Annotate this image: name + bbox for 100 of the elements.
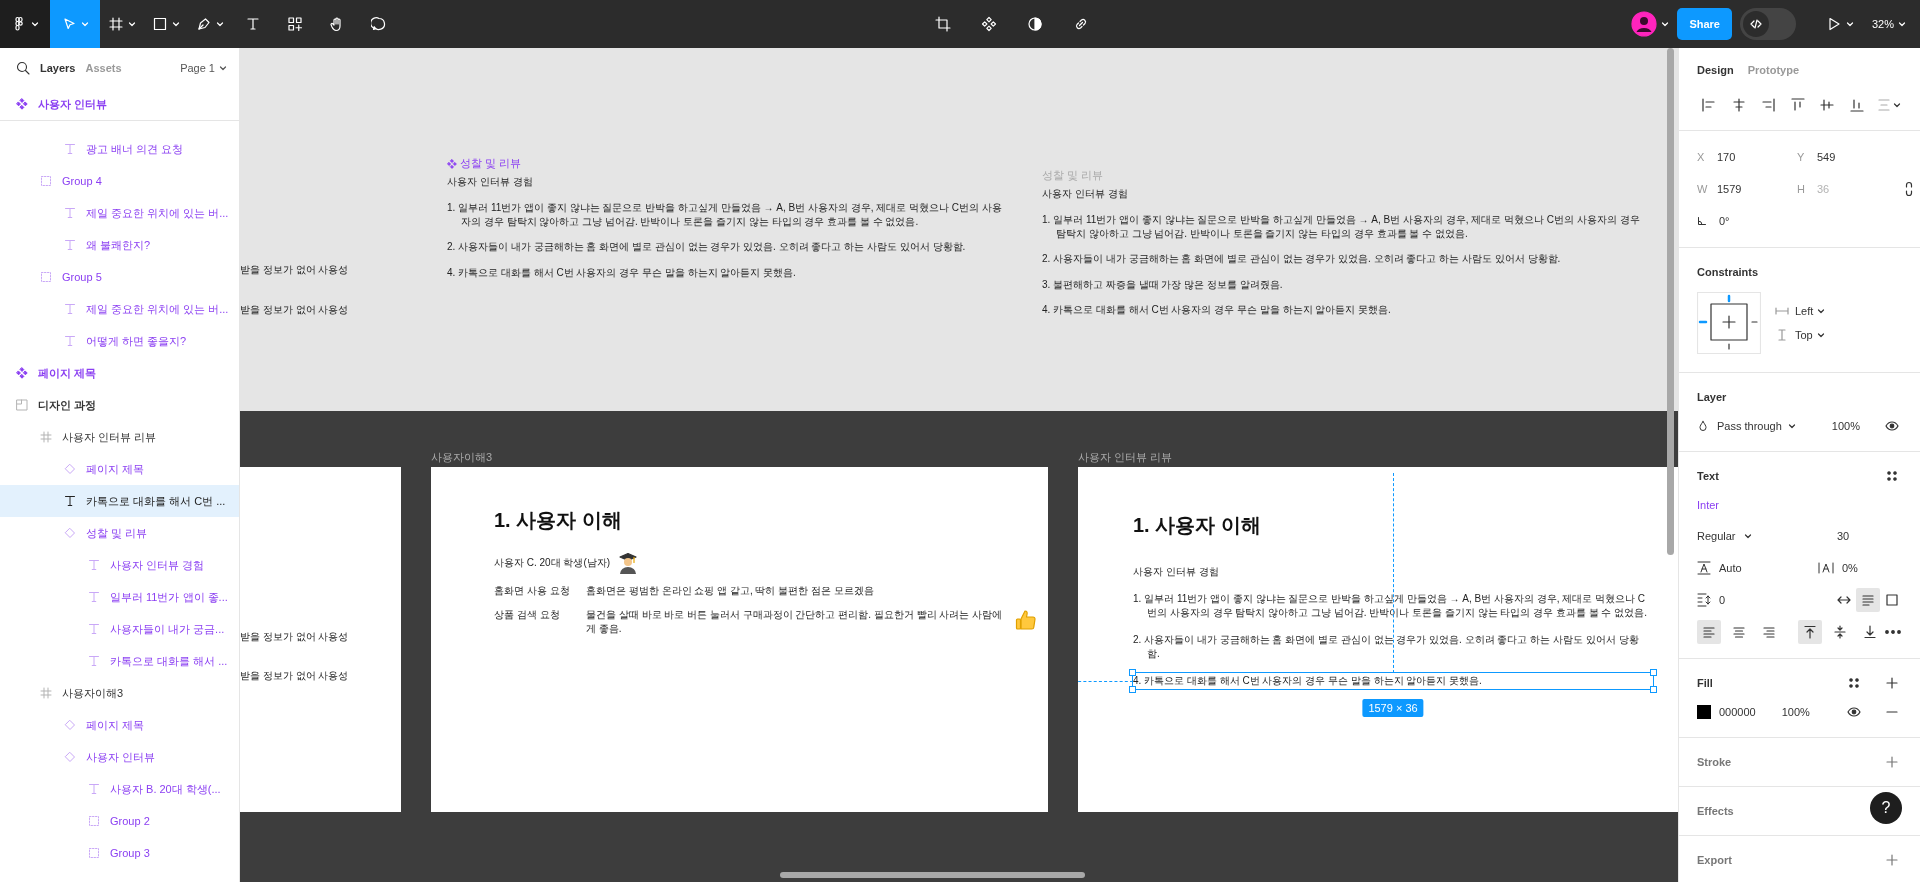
- layer-item[interactable]: Group 4: [0, 165, 239, 197]
- diamond-icon: [64, 719, 76, 731]
- constraint-dropdown[interactable]: Left: [1775, 305, 1826, 317]
- panel-tab[interactable]: Prototype: [1747, 64, 1800, 76]
- align-middle-icon: [1819, 97, 1835, 113]
- resize-handle[interactable]: [1129, 669, 1136, 676]
- text-icon: [88, 623, 100, 635]
- vertical-align-button[interactable]: [1798, 620, 1823, 644]
- text-icon: [88, 655, 100, 667]
- list-item: 1. 일부러 11번가 앱이 좋지 않냐는 질문으로 반박을 하고싶게 만들었음 → A, B번 사용자의 경우, 제대로 먹혔으나 C번의 사용자의 경우 탐탁치 않아하고 그냥 넘어감. 반박이나 토론을 즐기지 않는 타입의 경우 효과를 볼 수 없었음.: [1042, 213, 1641, 240]
- font-family-field[interactable]: Inter: [1697, 499, 1719, 511]
- font-style-dropdown[interactable]: Regular: [1697, 530, 1837, 542]
- four-dots-icon: [1886, 470, 1898, 482]
- help-button[interactable]: ?: [1870, 792, 1902, 824]
- text-icon: [245, 16, 261, 32]
- align-left-icon: [1702, 625, 1716, 639]
- chevron-down-icon: [1893, 101, 1901, 109]
- plus-icon: [1886, 756, 1898, 768]
- dev-mode-toggle[interactable]: [1739, 8, 1796, 40]
- text-fragment: 받을 정보가 없어 사용성: [240, 303, 349, 317]
- diamond-icon: [64, 463, 76, 475]
- text-align-button[interactable]: [1697, 620, 1721, 644]
- layer-item[interactable]: Group 5: [0, 261, 239, 293]
- layer-item[interactable]: 사용자이해3: [0, 677, 239, 709]
- drop-icon: [1697, 420, 1709, 432]
- layer-item[interactable]: 사용자 B. 20대 학생(...: [0, 773, 239, 805]
- share-button[interactable]: Share: [1677, 8, 1732, 40]
- list-item: 4. 카톡으로 대화를 해서 C번 사용자의 경우 무슨 말을 하는지 알아듣지 못했음.: [447, 265, 797, 279]
- thumbs-up-icon: [1014, 608, 1038, 632]
- layer-item[interactable]: 사용자 인터뷰 경험: [0, 549, 239, 581]
- avatar-icon: [1631, 11, 1658, 37]
- color-hex[interactable]: 000000: [1719, 706, 1756, 718]
- number-field[interactable]: 170: [1717, 151, 1736, 163]
- layer-item[interactable]: 어떻게 하면 좋을지?: [0, 325, 239, 357]
- dashed-square-icon: [88, 847, 100, 859]
- font-size-field[interactable]: 30: [1837, 530, 1850, 542]
- page-dropdown[interactable]: Page 1: [180, 62, 227, 74]
- chevron-down-icon: [1845, 20, 1854, 28]
- frame-label[interactable]: 사용자 인터뷰 리뷰: [1078, 450, 1173, 465]
- main-menu-button[interactable]: [0, 0, 50, 48]
- layer-item[interactable]: 제일 중요한 위치에 있는 버...: [0, 197, 239, 229]
- resize-handle[interactable]: [1650, 685, 1657, 693]
- frame-label[interactable]: 사용자이해3: [431, 450, 493, 465]
- dashed-square-icon: [40, 271, 52, 283]
- list-item: 2. 사용자들이 내가 궁금해하는 홈 화면에 별로 관심이 없는 경우가 있었음. 오히려 좋다고 하는 사람도 있어서 당황함.: [1133, 633, 1640, 661]
- chevron-down-icon: [1661, 20, 1670, 28]
- layer-item[interactable]: 사용자 인터뷰: [0, 741, 239, 773]
- color-swatch[interactable]: [1697, 705, 1711, 719]
- subtitle: 사용자 인터뷰 경험: [447, 175, 534, 189]
- subtitle: 사용자 인터뷰 경험: [1133, 565, 1220, 579]
- layer-item[interactable]: 카톡으로 대화를 해서 C번 ...: [0, 485, 239, 517]
- layer-item[interactable]: 사용자들이 내가 궁금...: [0, 613, 239, 645]
- align-center-icon: [1732, 625, 1746, 639]
- layer-item[interactable]: 페이지 제목: [0, 709, 239, 741]
- layer-item[interactable]: 페이지 제목: [0, 357, 239, 389]
- layer-item[interactable]: 일부러 11번가 앱이 좋...: [0, 581, 239, 613]
- layer-item[interactable]: 사용자 인터뷰: [0, 88, 239, 120]
- number-field[interactable]: 549: [1817, 151, 1836, 163]
- chevron-down-icon: [216, 20, 224, 28]
- half-circle-icon: [1026, 16, 1043, 32]
- opacity-value[interactable]: 100%: [1781, 706, 1810, 718]
- more-icon: [1885, 630, 1902, 634]
- align-right-icon: [1762, 625, 1776, 639]
- layer-item[interactable]: 페이지 제목: [0, 453, 239, 485]
- scrollbar[interactable]: [1667, 48, 1674, 555]
- constraint-dropdown[interactable]: Top: [1775, 329, 1826, 341]
- rotation-field[interactable]: 0°: [1697, 205, 1797, 237]
- number-field[interactable]: 1579: [1717, 183, 1742, 195]
- layer-item[interactable]: 제일 중요한 위치에 있는 버...: [0, 293, 239, 325]
- layer-item[interactable]: 광고 배너 의견 요청: [0, 133, 239, 165]
- resize-handle[interactable]: [1129, 685, 1136, 693]
- layer-item[interactable]: 디자인 과정: [0, 389, 239, 421]
- section-title: Effects: [1697, 805, 1734, 817]
- layer-item[interactable]: 성찰 및 리뷰: [0, 517, 239, 549]
- line-height-field[interactable]: Auto: [1697, 561, 1783, 575]
- row-label: 상품 검색 요청: [494, 608, 561, 622]
- heading: 1. 사용자 이해: [494, 508, 623, 533]
- section-title: Text: [1697, 470, 1719, 482]
- layer-item[interactable]: 왜 불쾌한지?: [0, 229, 239, 261]
- scrollbar[interactable]: [780, 872, 1085, 878]
- layer-item[interactable]: Group 2: [0, 805, 239, 837]
- letter-spacing-field[interactable]: 0%: [1818, 561, 1904, 575]
- blend-mode-dropdown[interactable]: Pass through: [1717, 420, 1796, 432]
- zoom-button[interactable]: 32%: [1863, 18, 1920, 30]
- list-item: 3. 불편해하고 짜증을 낼때 가장 많은 정보를 알려줬음.: [1042, 277, 1284, 291]
- list-item: 2. 사용자들이 내가 궁금해하는 홈 화면에 별로 관심이 없는 경우가 있었음. 오히려 좋다고 하는 사람도 있어서 당황함.: [1042, 252, 1562, 266]
- resize-handle[interactable]: [1650, 669, 1657, 676]
- lines-icon: [1861, 593, 1875, 607]
- panel-tab[interactable]: Design: [1697, 64, 1734, 76]
- align-right-icon: [1760, 97, 1776, 113]
- diamond-icon: [64, 751, 76, 763]
- layer-item[interactable]: 카톡으로 대화를 해서 ...: [0, 645, 239, 677]
- square-icon: [152, 16, 168, 32]
- paragraph-spacing-field[interactable]: 0: [1697, 593, 1797, 607]
- panel-tab[interactable]: Layers: [40, 62, 76, 74]
- layer-item[interactable]: Group 3: [0, 837, 239, 869]
- chevron-down-icon: [1743, 532, 1752, 540]
- panel-tab[interactable]: Assets: [85, 62, 122, 74]
- layer-item[interactable]: 사용자 인터뷰 리뷰: [0, 421, 239, 453]
- chevron-down-icon: [128, 20, 136, 28]
